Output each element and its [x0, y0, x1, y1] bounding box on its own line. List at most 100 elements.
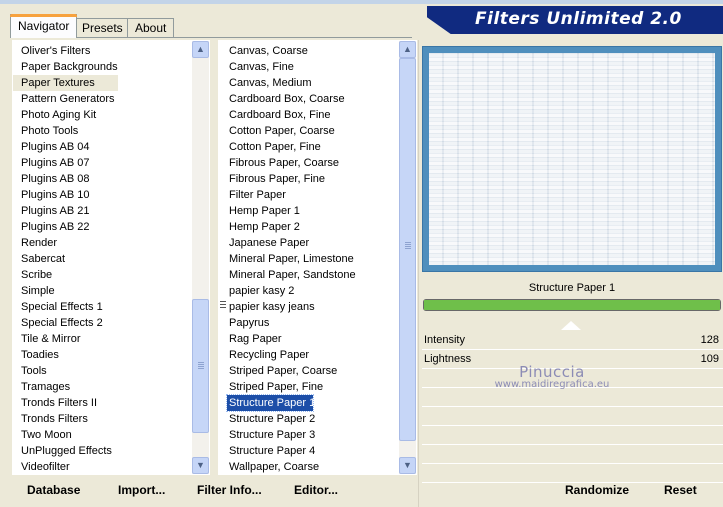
- category-item[interactable]: Special Effects 2: [13, 315, 118, 331]
- filter-item[interactable]: Canvas, Coarse: [221, 43, 356, 59]
- param-pointer-icon: [561, 321, 581, 330]
- category-item[interactable]: Scribe: [13, 267, 118, 283]
- category-item[interactable]: Tramages: [13, 379, 118, 395]
- tab-presets[interactable]: Presets: [74, 18, 131, 37]
- down-arrow-icon[interactable]: ▼: [399, 457, 416, 474]
- filter-item[interactable]: Structure Paper 4: [221, 443, 356, 459]
- category-item[interactable]: Tronds Filters: [13, 411, 118, 427]
- filter-item[interactable]: Japanese Paper: [221, 235, 356, 251]
- filter-item[interactable]: Cotton Paper, Fine: [221, 139, 356, 155]
- filter-item[interactable]: Fibrous Paper, Fine: [221, 171, 356, 187]
- current-filter-name: Structure Paper 1: [528, 282, 616, 294]
- watermark-url: www.maidiregrafica.eu: [494, 379, 610, 390]
- category-item[interactable]: Sabercat: [13, 251, 118, 267]
- filter-item[interactable]: Filter Paper: [221, 187, 356, 203]
- filter-item[interactable]: Structure Paper 2: [221, 411, 356, 427]
- filter-item[interactable]: Mineral Paper, Limestone: [221, 251, 356, 267]
- category-item[interactable]: Render: [13, 235, 118, 251]
- filter-item[interactable]: Cardboard Box, Coarse: [221, 91, 356, 107]
- category-item[interactable]: Special Effects 1: [13, 299, 118, 315]
- watermark: Pinuccia www.maidiregrafica.eu: [482, 363, 622, 390]
- category-item[interactable]: Tronds Filters II: [13, 395, 118, 411]
- up-arrow-icon[interactable]: ▲: [192, 41, 209, 58]
- preview-image[interactable]: [422, 46, 722, 272]
- category-item[interactable]: Plugins AB 21: [13, 203, 118, 219]
- randomize-button[interactable]: Randomize: [565, 477, 629, 503]
- filter-item[interactable]: Canvas, Fine: [221, 59, 356, 75]
- param-value: 109: [700, 353, 719, 365]
- filter-scrollbar[interactable]: ▲ ▼: [399, 41, 416, 474]
- category-list[interactable]: Oliver's Filters Paper Backgrounds Paper T…: [12, 40, 210, 475]
- category-items: Oliver's Filters Paper Backgrounds Paper T…: [13, 43, 118, 474]
- param-value: 128: [700, 334, 719, 346]
- bottom-toolbar-left: Database Import... Filter Info... Editor…: [12, 477, 418, 503]
- filter-item[interactable]: Structure Paper 1: [226, 394, 315, 412]
- filter-item[interactable]: Papyrus: [221, 315, 356, 331]
- progress-bar: [423, 299, 721, 311]
- down-arrow-icon[interactable]: ▼: [192, 457, 209, 474]
- param-row-intensity[interactable]: Intensity 128: [422, 331, 723, 350]
- grip-icon: [405, 242, 411, 243]
- filter-item[interactable]: Hemp Paper 1: [221, 203, 356, 219]
- parameter-list: Intensity 128 Lightness 109: [422, 331, 723, 483]
- filter-item[interactable]: papier kasy 2: [221, 283, 356, 299]
- filter-item[interactable]: Structure Paper 3: [221, 427, 356, 443]
- filter-items: Canvas, Coarse Canvas, Fine Canvas, Medium…: [221, 43, 356, 474]
- category-item[interactable]: Photo Aging Kit: [13, 107, 118, 123]
- category-item[interactable]: Plugins AB 10: [13, 187, 118, 203]
- category-item[interactable]: Plugins AB 22: [13, 219, 118, 235]
- editor-button[interactable]: Editor...: [294, 477, 338, 503]
- param-row-empty: [422, 445, 723, 464]
- filter-list[interactable]: Canvas, Coarse Canvas, Fine Canvas, Medium…: [218, 40, 417, 475]
- filter-item[interactable]: Rag Paper: [221, 331, 356, 347]
- category-item[interactable]: Oliver's Filters: [13, 43, 118, 59]
- tab-navigator[interactable]: Navigator: [10, 14, 78, 38]
- reset-button[interactable]: Reset: [664, 477, 697, 503]
- progress-fill: [424, 300, 720, 310]
- bottom-toolbar-right: Randomize Reset: [422, 477, 723, 503]
- import-button[interactable]: Import...: [118, 477, 165, 503]
- filter-item[interactable]: Cardboard Box, Fine: [221, 107, 356, 123]
- param-row-empty: [422, 407, 723, 426]
- app-title: Filters Unlimited 2.0: [475, 9, 682, 29]
- category-item[interactable]: Tools: [13, 363, 118, 379]
- drag-handle-icon[interactable]: [220, 301, 226, 309]
- category-item[interactable]: Plugins AB 04: [13, 139, 118, 155]
- filter-scroll-thumb[interactable]: [399, 58, 416, 441]
- param-row-empty: [422, 426, 723, 445]
- preview-texture: [429, 53, 715, 265]
- panel-divider: [418, 40, 419, 507]
- filter-item[interactable]: Wallpaper, Coarse: [221, 459, 356, 474]
- category-item[interactable]: Simple: [13, 283, 118, 299]
- grip-icon: [198, 362, 204, 363]
- filter-item[interactable]: Cotton Paper, Coarse: [221, 123, 356, 139]
- category-item[interactable]: Paper Textures: [13, 75, 118, 91]
- filter-item[interactable]: Striped Paper, Fine: [221, 379, 356, 395]
- param-label: Lightness: [424, 353, 472, 365]
- category-item[interactable]: Pattern Generators: [13, 91, 118, 107]
- filter-item[interactable]: Hemp Paper 2: [221, 219, 356, 235]
- category-item[interactable]: Plugins AB 07: [13, 155, 118, 171]
- filter-info-button[interactable]: Filter Info...: [197, 477, 262, 503]
- category-item[interactable]: Plugins AB 08: [13, 171, 118, 187]
- filter-item[interactable]: Fibrous Paper, Coarse: [221, 155, 356, 171]
- database-button[interactable]: Database: [27, 477, 80, 503]
- category-item[interactable]: Toadies: [13, 347, 118, 363]
- filter-item[interactable]: Recycling Paper: [221, 347, 356, 363]
- tab-about[interactable]: About: [127, 18, 175, 37]
- category-scrollbar[interactable]: ▲ ▼: [192, 41, 209, 474]
- filter-item[interactable]: Canvas, Medium: [221, 75, 356, 91]
- filter-item[interactable]: papier kasy jeans: [221, 299, 356, 315]
- category-scroll-thumb[interactable]: [192, 299, 209, 433]
- param-label: Intensity: [424, 334, 465, 346]
- category-item[interactable]: Paper Backgrounds: [13, 59, 118, 75]
- category-item[interactable]: Two Moon: [13, 427, 118, 443]
- category-item[interactable]: Photo Tools: [13, 123, 118, 139]
- category-item[interactable]: Tile & Mirror: [13, 331, 118, 347]
- up-arrow-icon[interactable]: ▲: [399, 41, 416, 58]
- filter-item[interactable]: Striped Paper, Coarse: [221, 363, 356, 379]
- category-item[interactable]: UnPlugged Effects: [13, 443, 118, 459]
- category-item[interactable]: Videofilter: [13, 459, 118, 474]
- top-strip: [0, 0, 723, 4]
- filter-item[interactable]: Mineral Paper, Sandstone: [221, 267, 356, 283]
